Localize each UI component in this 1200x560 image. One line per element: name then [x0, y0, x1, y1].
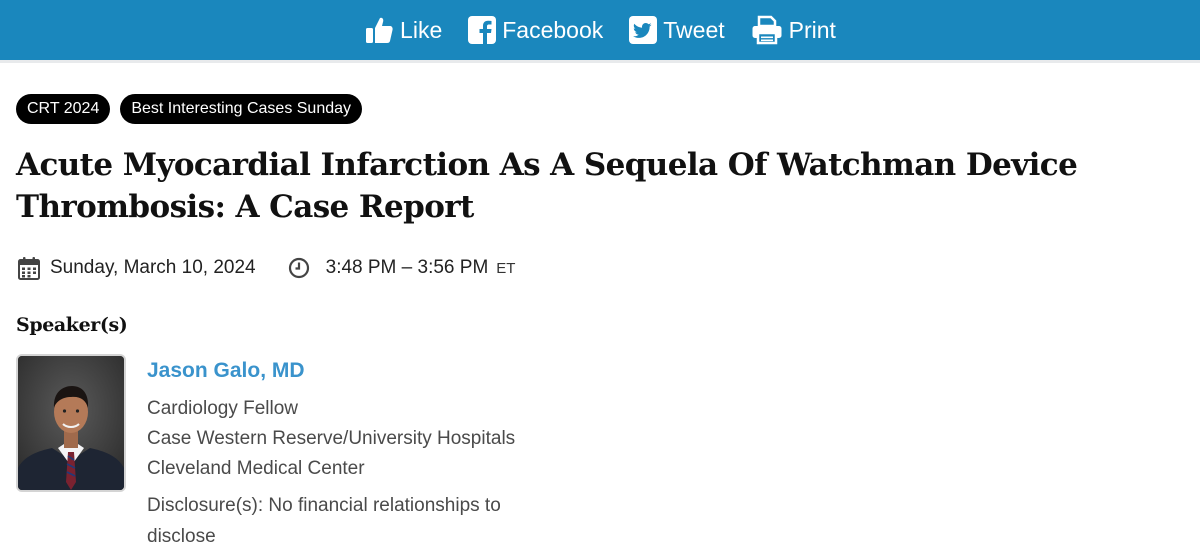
printer-icon [752, 15, 782, 45]
tag-crt-2024[interactable]: CRT 2024 [16, 94, 111, 124]
like-button[interactable]: Like [364, 15, 442, 45]
print-label: Print [788, 16, 836, 43]
speaker-avatar[interactable] [16, 354, 126, 492]
session-meta: Sunday, March 10, 2024 3:48 PM – 3:56 PM… [18, 256, 515, 280]
speaker-title: Cardiology Fellow [147, 398, 299, 419]
twitter-icon [629, 16, 658, 44]
tag-list: CRT 2024 Best Interesting Cases Sunday [16, 94, 363, 124]
page-title: Acute Myocardial Infarction As A Sequela… [16, 147, 1078, 225]
calendar-icon [18, 257, 40, 280]
speaker-disclosure: Disclosure(s): No financial relationship… [147, 495, 501, 547]
tag-best-interesting-cases-sunday[interactable]: Best Interesting Cases Sunday [120, 94, 363, 124]
clock-icon [288, 257, 309, 279]
facebook-label: Facebook [502, 16, 604, 43]
facebook-share-button[interactable]: Facebook [468, 16, 603, 44]
session-timezone: ET [496, 259, 516, 277]
session-date: Sunday, March 10, 2024 [50, 257, 256, 278]
header-divider [0, 60, 1200, 63]
share-bar: Like Facebook Tweet Print [0, 0, 1200, 60]
speaker-organization-location: Cleveland Medical Center [147, 458, 365, 479]
speaker-photo [18, 356, 124, 490]
print-button[interactable]: Print [751, 15, 836, 45]
tweet-label: Tweet [663, 16, 725, 43]
facebook-icon [468, 16, 497, 44]
speakers-heading: Speaker(s) [16, 314, 128, 336]
thumbs-up-icon [366, 17, 393, 43]
speaker-organization: Case Western Reserve/University Hospital… [147, 428, 516, 449]
speaker-name-link[interactable]: Jason Galo, MD [147, 359, 305, 383]
like-label: Like [400, 16, 443, 43]
session-time: 3:48 PM – 3:56 PM [325, 257, 489, 278]
tweet-button[interactable]: Tweet [629, 16, 725, 44]
